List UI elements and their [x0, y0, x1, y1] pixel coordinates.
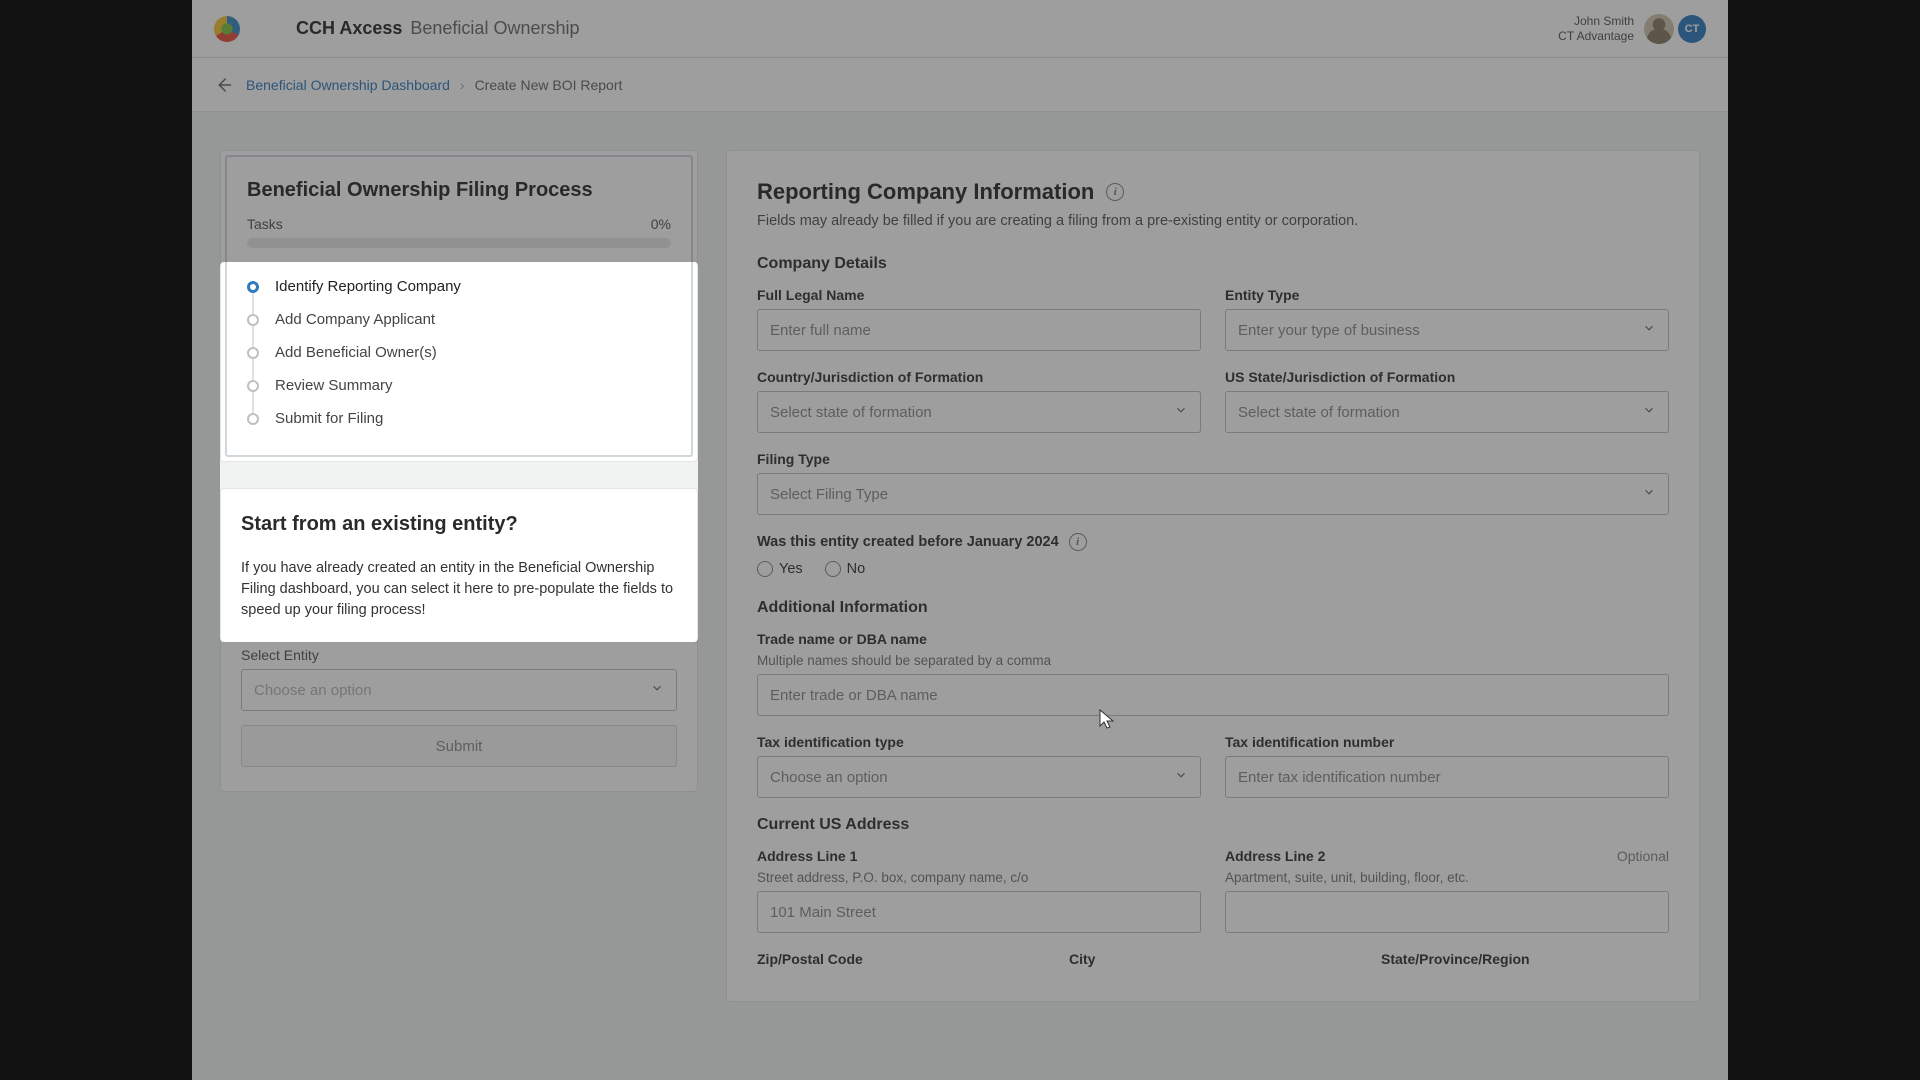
submit-entity-button[interactable]: Submit [241, 725, 677, 767]
address1-input[interactable] [757, 891, 1201, 933]
filing-type-dropdown[interactable]: Select Filing Type [757, 473, 1669, 515]
info-icon[interactable]: i [1069, 533, 1087, 551]
ct-badge[interactable]: CT [1678, 15, 1706, 43]
tax-type-dropdown[interactable]: Choose an option [757, 756, 1201, 798]
step-add-applicant[interactable]: Add Company Applicant [247, 303, 671, 336]
radio-yes[interactable]: Yes [757, 561, 803, 577]
zip-label: Zip/Postal Code [757, 951, 1045, 967]
reporting-company-form: Reporting Company Information i Fields m… [726, 150, 1700, 1002]
step-add-owners[interactable]: Add Beneficial Owner(s) [247, 336, 671, 369]
tasks-label: Tasks [247, 216, 283, 232]
filing-type-label: Filing Type [757, 451, 1669, 467]
full-legal-name-input[interactable] [757, 309, 1201, 351]
step-review[interactable]: Review Summary [247, 369, 671, 402]
app-title: CCH AxcessBeneficial Ownership [296, 18, 579, 39]
full-legal-name-label: Full Legal Name [757, 287, 1201, 303]
breadcrumb-current: Create New BOI Report [475, 77, 623, 93]
info-icon[interactable]: i [1106, 183, 1124, 201]
section-company-details: Company Details [757, 255, 1669, 273]
filing-process-card: Beneficial Ownership Filing Process Task… [220, 150, 698, 462]
section-current-address: Current US Address [757, 816, 1669, 834]
chevron-down-icon [1642, 321, 1656, 339]
region-label: State/Province/Region [1381, 951, 1669, 967]
country-formation-label: Country/Jurisdiction of Formation [757, 369, 1201, 385]
state-formation-label: US State/Jurisdiction of Formation [1225, 369, 1669, 385]
country-formation-dropdown[interactable]: Select state of formation [757, 391, 1201, 433]
entity-type-dropdown[interactable]: Enter your type of business [1225, 309, 1669, 351]
chevron-down-icon [1174, 768, 1188, 786]
address2-label: Address Line 2Optional [1225, 848, 1669, 864]
chevron-right-icon: › [460, 77, 465, 93]
chevron-down-icon [1174, 403, 1188, 421]
breadcrumb-bar: Beneficial Ownership Dashboard › Create … [192, 58, 1728, 112]
step-identify-company[interactable]: Identify Reporting Company [247, 270, 671, 303]
trade-name-hint: Multiple names should be separated by a … [757, 653, 1669, 668]
trade-name-input[interactable] [757, 674, 1669, 716]
step-submit[interactable]: Submit for Filing [247, 402, 671, 435]
select-entity-dropdown[interactable]: Choose an option [241, 669, 677, 711]
form-desc: Fields may already be filled if you are … [757, 213, 1669, 229]
tasks-percent: 0% [651, 216, 671, 232]
existing-entity-desc: If you have already created an entity in… [241, 558, 677, 621]
address1-hint: Street address, P.O. box, company name, … [757, 870, 1201, 885]
app-logo [214, 16, 240, 42]
radio-no[interactable]: No [825, 561, 866, 577]
user-avatar[interactable] [1644, 14, 1674, 44]
address2-hint: Apartment, suite, unit, building, floor,… [1225, 870, 1669, 885]
created-before-2024-label: Was this entity created before January 2… [757, 533, 1669, 551]
progress-bar [247, 238, 671, 248]
trade-name-label: Trade name or DBA name [757, 631, 1669, 647]
tax-type-label: Tax identification type [757, 734, 1201, 750]
address2-input[interactable] [1225, 891, 1669, 933]
existing-entity-card: Start from an existing entity? If you ha… [220, 488, 698, 792]
tax-number-label: Tax identification number [1225, 734, 1669, 750]
address1-label: Address Line 1 [757, 848, 1201, 864]
section-additional-info: Additional Information [757, 599, 1669, 617]
entity-type-label: Entity Type [1225, 287, 1669, 303]
form-title: Reporting Company Information i [757, 179, 1669, 205]
top-bar: CCH AxcessBeneficial Ownership John Smit… [192, 0, 1728, 58]
existing-entity-title: Start from an existing entity? [241, 513, 677, 536]
breadcrumb-dashboard-link[interactable]: Beneficial Ownership Dashboard [246, 77, 450, 93]
state-formation-dropdown[interactable]: Select state of formation [1225, 391, 1669, 433]
select-entity-label: Select Entity [241, 647, 677, 663]
chevron-down-icon [1642, 403, 1656, 421]
tax-number-input[interactable] [1225, 756, 1669, 798]
back-arrow-icon[interactable] [214, 76, 232, 94]
chevron-down-icon [1642, 485, 1656, 503]
filing-process-title: Beneficial Ownership Filing Process [247, 179, 671, 202]
chevron-down-icon [650, 681, 664, 699]
user-info[interactable]: John Smith CT Advantage [1558, 14, 1634, 43]
city-label: City [1069, 951, 1357, 967]
